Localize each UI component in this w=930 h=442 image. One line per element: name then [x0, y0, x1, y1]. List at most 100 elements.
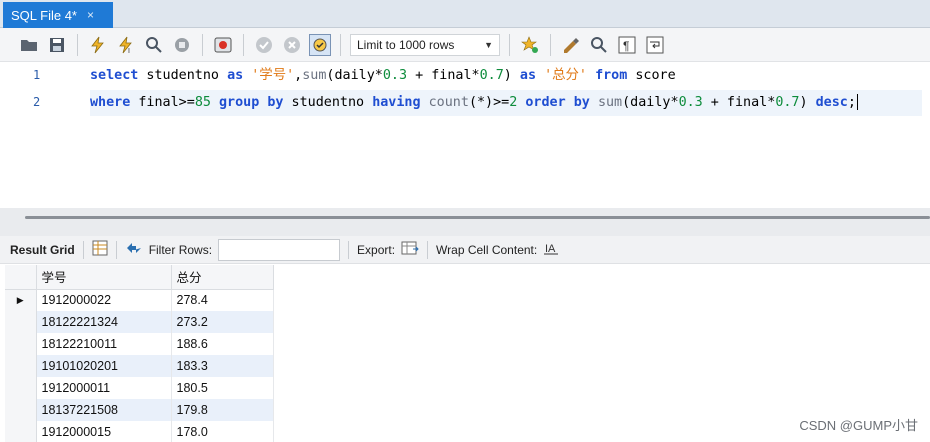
- row-header[interactable]: [5, 377, 37, 399]
- limit-rows-select[interactable]: Limit to 1000 rows ▼: [350, 33, 500, 56]
- table-row[interactable]: 1912000011 180.5: [5, 377, 274, 399]
- toolbar-separator: [348, 240, 350, 259]
- sql-editor[interactable]: 1 2 select studentno as '学号',sum(daily*0…: [0, 62, 930, 208]
- explain-icon[interactable]: [143, 34, 165, 56]
- cell-total-score[interactable]: 180.5: [171, 377, 274, 399]
- row-header[interactable]: [5, 333, 37, 355]
- result-grid-tab[interactable]: Result Grid: [10, 243, 75, 257]
- toolbar-separator: [550, 33, 551, 56]
- toolbar-separator: [243, 33, 244, 56]
- code-token: group by: [219, 95, 284, 110]
- table-row[interactable]: 18137221508 179.8: [5, 399, 274, 421]
- code-token: score: [627, 68, 676, 83]
- rollback-icon[interactable]: [281, 34, 303, 56]
- cell-studentno[interactable]: 18122210011: [36, 333, 172, 355]
- code-token: (*)>=: [468, 95, 510, 110]
- line-number: 2: [33, 95, 41, 109]
- row-header[interactable]: [5, 399, 37, 421]
- cell-studentno[interactable]: 18137221508: [36, 399, 172, 421]
- code-token: (daily*: [326, 68, 383, 83]
- bookmark-icon[interactable]: [519, 34, 541, 56]
- code-token: ,: [294, 68, 303, 83]
- wrap-cell-icon[interactable]: IA: [543, 240, 559, 259]
- tab-sql-file[interactable]: SQL File 4* ×: [3, 2, 113, 28]
- toolbar-separator: [427, 240, 429, 259]
- cell-total-score[interactable]: 188.6: [171, 333, 274, 355]
- line-gutter: 1 2: [0, 62, 60, 208]
- table-row[interactable]: 19101020201 183.3: [5, 355, 274, 377]
- code-line-2[interactable]: where final>=85 group by studentno havin…: [90, 90, 922, 116]
- svg-text:IA: IA: [545, 243, 556, 255]
- code-token: final>=: [130, 95, 195, 110]
- column-header[interactable]: 学号: [36, 265, 172, 290]
- result-grid: 学号 总分 ▶ 1912000022 278.4 18122221324 273.2 18…: [5, 265, 275, 442]
- folder-open-icon[interactable]: [18, 34, 40, 56]
- filter-rows-input[interactable]: [218, 238, 341, 261]
- commit-icon[interactable]: [253, 34, 275, 56]
- chevron-down-icon: ▼: [484, 39, 493, 50]
- table-row[interactable]: ▶ 1912000022 278.4: [5, 289, 274, 311]
- code-token: sum: [597, 95, 623, 110]
- code-token: 0.7: [479, 68, 504, 83]
- table-row[interactable]: 18122210011 188.6: [5, 333, 274, 355]
- wrap-cell-label: Wrap Cell Content:: [436, 242, 538, 257]
- editor-toolbar: I Limit to 1000 rows ▼ ¶: [0, 28, 930, 62]
- column-header[interactable]: 总分: [171, 265, 274, 290]
- invisible-chars-icon[interactable]: ¶: [616, 34, 638, 56]
- stop-icon[interactable]: [171, 34, 193, 56]
- code-token: studentno: [138, 68, 228, 83]
- result-toolbar: Result Grid Filter Rows: Export: Wrap Ce…: [0, 236, 930, 264]
- cell-total-score[interactable]: 179.8: [171, 399, 274, 421]
- splitter-handle[interactable]: [25, 216, 930, 219]
- export-label: Export:: [357, 242, 396, 257]
- code-token: having: [372, 95, 421, 110]
- cell-studentno[interactable]: 1912000022: [36, 289, 172, 311]
- svg-text:¶: ¶: [623, 39, 629, 53]
- row-header[interactable]: [5, 355, 37, 377]
- cell-studentno[interactable]: 1912000015: [36, 421, 172, 442]
- save-icon[interactable]: [46, 34, 68, 56]
- toolbar-separator: [82, 240, 84, 259]
- autocommit-icon[interactable]: [309, 33, 331, 56]
- cell-studentno[interactable]: 1912000011: [36, 377, 172, 399]
- row-header[interactable]: [5, 311, 37, 333]
- cell-total-score[interactable]: 178.0: [171, 421, 274, 442]
- code-token: count: [428, 95, 469, 110]
- table-row[interactable]: 18122221324 273.2: [5, 311, 274, 333]
- code-token: 0.7: [775, 95, 800, 110]
- code-token: ): [503, 68, 520, 83]
- toolbar-separator: [77, 33, 78, 56]
- code-line-1[interactable]: select studentno as '学号',sum(daily*0.3 +…: [90, 63, 676, 89]
- cell-total-score[interactable]: 278.4: [171, 289, 274, 311]
- result-table: 学号 总分 ▶ 1912000022 278.4 18122221324 273.2 18…: [5, 265, 274, 442]
- cell-total-score[interactable]: 183.3: [171, 355, 274, 377]
- toolbar-separator: [202, 33, 203, 56]
- code-token: studentno: [283, 95, 373, 110]
- row-header[interactable]: ▶: [5, 289, 37, 311]
- tab-title: SQL File 4*: [11, 7, 77, 23]
- execute-icon[interactable]: [87, 34, 109, 56]
- execute-current-icon[interactable]: I: [115, 34, 137, 56]
- code-token: (daily*: [622, 95, 679, 110]
- cell-total-score[interactable]: 273.2: [171, 311, 274, 333]
- export-icon[interactable]: [401, 240, 419, 259]
- code-token: as: [227, 68, 244, 83]
- cell-studentno[interactable]: 19101020201: [36, 355, 172, 377]
- cell-studentno[interactable]: 18122221324: [36, 311, 172, 333]
- table-row[interactable]: 1912000015 178.0: [5, 421, 274, 442]
- find-icon[interactable]: [588, 34, 610, 56]
- panel-splitter[interactable]: [0, 208, 930, 236]
- beautify-icon[interactable]: [560, 34, 582, 56]
- toggle-error-icon[interactable]: [212, 34, 234, 56]
- wrap-icon[interactable]: [644, 34, 666, 56]
- close-tab-icon[interactable]: ×: [87, 8, 94, 22]
- code-token: sum: [302, 68, 327, 83]
- code-token: 85: [194, 95, 211, 110]
- row-header[interactable]: [5, 421, 37, 442]
- line-number: 1: [33, 68, 41, 82]
- code-token: 0.3: [382, 68, 408, 83]
- grid-view-icon[interactable]: [92, 240, 108, 259]
- refresh-icon[interactable]: [125, 240, 143, 259]
